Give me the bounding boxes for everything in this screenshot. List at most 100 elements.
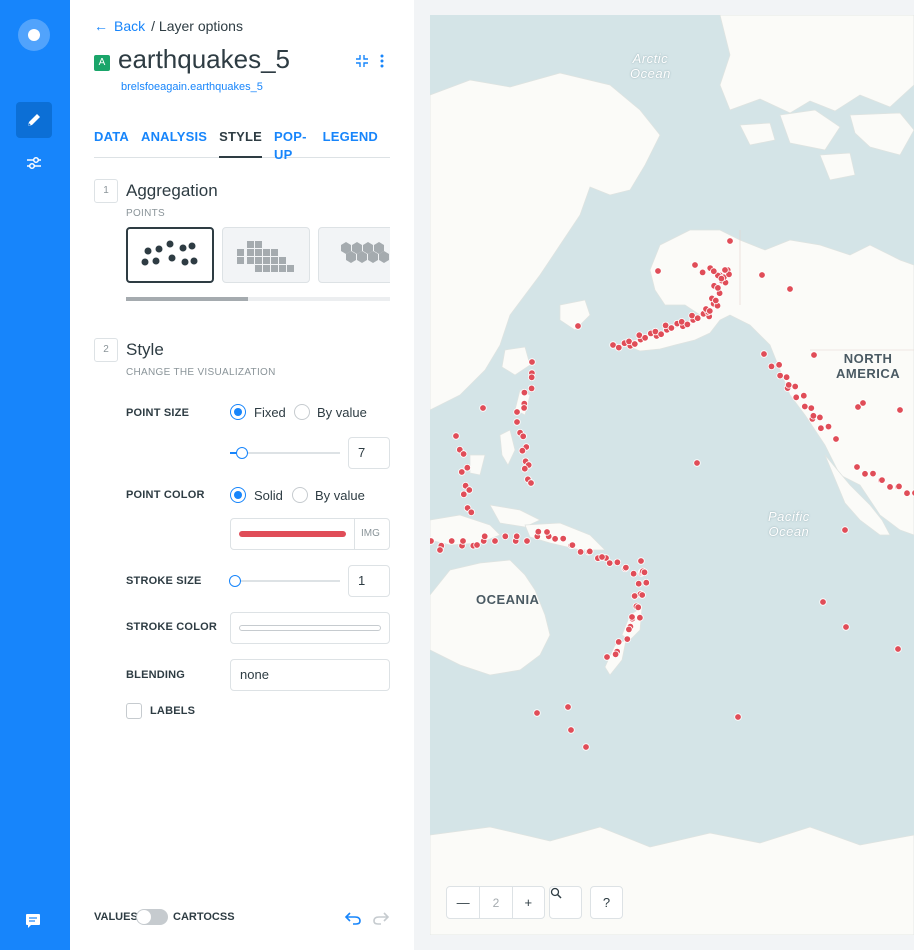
- earthquake-point: [527, 384, 536, 393]
- section-subtitle: POINTS: [126, 208, 166, 219]
- earthquake-point: [717, 274, 726, 283]
- earthquake-point: [603, 653, 611, 661]
- point-color-by-value-radio[interactable]: [292, 487, 308, 503]
- radio-label: By value: [315, 488, 365, 503]
- undo-icon[interactable]: [344, 910, 362, 926]
- earthquake-point: [760, 350, 768, 358]
- logo-icon[interactable]: [18, 19, 50, 51]
- earthquake-point: [598, 553, 606, 561]
- slider-handle[interactable]: [236, 447, 248, 459]
- edit-pencil-icon[interactable]: [16, 102, 52, 138]
- earthquake-point: [521, 465, 529, 473]
- earthquake-point: [479, 404, 487, 412]
- point-size-fixed-radio[interactable]: [230, 404, 246, 420]
- earthquake-point: [463, 464, 471, 472]
- blending-select[interactable]: none: [230, 659, 390, 691]
- tab-style[interactable]: STYLE: [219, 128, 263, 158]
- layer-title[interactable]: earthquakes_5: [118, 44, 290, 75]
- earthquake-point: [638, 591, 646, 599]
- earthquake-point: [776, 371, 784, 380]
- earthquake-point: [467, 508, 475, 516]
- collapse-icon[interactable]: [354, 53, 370, 69]
- zoom-in-button[interactable]: +: [511, 887, 544, 918]
- earthquake-point: [886, 483, 894, 491]
- map-label-north-america: NORTH AMERICA: [836, 351, 900, 381]
- earthquake-point: [501, 532, 509, 540]
- earthquake-point: [734, 713, 742, 721]
- search-icon: [550, 887, 562, 899]
- point-color-label: POINT COLOR: [126, 489, 205, 501]
- labels-checkbox[interactable]: [126, 703, 142, 719]
- earthquake-point: [622, 563, 630, 572]
- earthquake-point: [810, 351, 818, 359]
- point-color-picker[interactable]: IMG: [230, 518, 390, 550]
- earthquake-point: [824, 422, 833, 431]
- section-subtitle: CHANGE THE VISUALIZATION: [126, 367, 276, 378]
- earthquake-point: [564, 703, 572, 711]
- earthquake-point: [786, 285, 794, 293]
- redo-icon[interactable]: [372, 910, 390, 926]
- zoom-out-button[interactable]: —: [447, 887, 479, 918]
- earthquake-point: [683, 320, 692, 329]
- stroke-size-input[interactable]: 1: [348, 565, 390, 597]
- earthquake-point: [816, 413, 824, 422]
- earthquake-point: [615, 343, 623, 352]
- back-link[interactable]: Back: [114, 18, 145, 34]
- map-label-text: Pacific Ocean: [768, 509, 810, 539]
- earthquake-point: [574, 322, 582, 330]
- stroke-size-slider[interactable]: [229, 575, 340, 587]
- earthquake-point: [894, 645, 902, 653]
- earthquake-point: [586, 547, 594, 556]
- layer-tabs: DATA ANALYSIS STYLE POP-UP LEGEND: [94, 128, 390, 162]
- earthquake-point: [842, 623, 850, 631]
- cartocss-toggle[interactable]: [136, 909, 168, 925]
- point-size-by-value-radio[interactable]: [294, 404, 310, 420]
- earthquake-point: [623, 635, 631, 643]
- earthquake-point: [642, 579, 650, 587]
- earthquake-point: [460, 490, 468, 498]
- earthquake-point: [465, 486, 473, 494]
- stroke-size-label: STROKE SIZE: [126, 575, 202, 587]
- point-color-solid-radio[interactable]: [230, 487, 246, 503]
- more-options-icon[interactable]: [380, 54, 384, 68]
- earthquake-point: [800, 392, 808, 400]
- earthquake-point: [791, 382, 799, 391]
- earthquake-point: [459, 450, 468, 458]
- earthquake-point: [629, 570, 638, 578]
- earthquake-point: [706, 307, 714, 315]
- earthquake-point: [710, 267, 718, 275]
- tab-popup[interactable]: POP-UP: [274, 128, 311, 162]
- search-button[interactable]: [549, 886, 582, 919]
- map-canvas[interactable]: Arctic Ocean NORTH AMERICA Pacific Ocean…: [430, 15, 914, 935]
- layer-source-link[interactable]: brelsfoeagain.earthquakes_5: [121, 81, 263, 93]
- aggregation-scrollbar[interactable]: [126, 297, 390, 301]
- help-button[interactable]: ?: [590, 886, 623, 919]
- earthquake-point: [859, 399, 867, 407]
- earthquake-point: [491, 537, 499, 545]
- tab-data[interactable]: DATA: [94, 128, 129, 158]
- point-size-slider[interactable]: [230, 447, 340, 459]
- back-arrow-icon[interactable]: ←: [94, 18, 108, 34]
- earthquake-point: [520, 404, 528, 412]
- stroke-color-picker[interactable]: [230, 612, 390, 644]
- aggregation-squares-option[interactable]: [222, 227, 310, 283]
- image-button[interactable]: IMG: [361, 528, 380, 539]
- aggregation-points-option[interactable]: [126, 227, 214, 283]
- radio-label: Solid: [254, 488, 283, 503]
- earthquake-point: [534, 528, 542, 536]
- tab-legend[interactable]: LEGEND: [323, 128, 378, 158]
- sliders-icon[interactable]: [16, 145, 52, 181]
- earthquake-point: [775, 361, 783, 369]
- aggregation-hexbins-option[interactable]: [318, 227, 390, 283]
- chat-icon[interactable]: [24, 912, 44, 930]
- cartocss-label: CARTOCSS: [173, 911, 235, 923]
- point-size-input[interactable]: 7: [348, 437, 390, 469]
- tab-analysis[interactable]: ANALYSIS: [141, 128, 207, 158]
- earthquake-point: [807, 404, 815, 412]
- section-title: Aggregation: [126, 181, 218, 200]
- earthquake-point: [721, 266, 729, 274]
- earthquake-point: [528, 358, 536, 366]
- slider-handle[interactable]: [229, 575, 241, 587]
- earthquake-point: [518, 447, 527, 455]
- earthquake-point: [614, 638, 623, 646]
